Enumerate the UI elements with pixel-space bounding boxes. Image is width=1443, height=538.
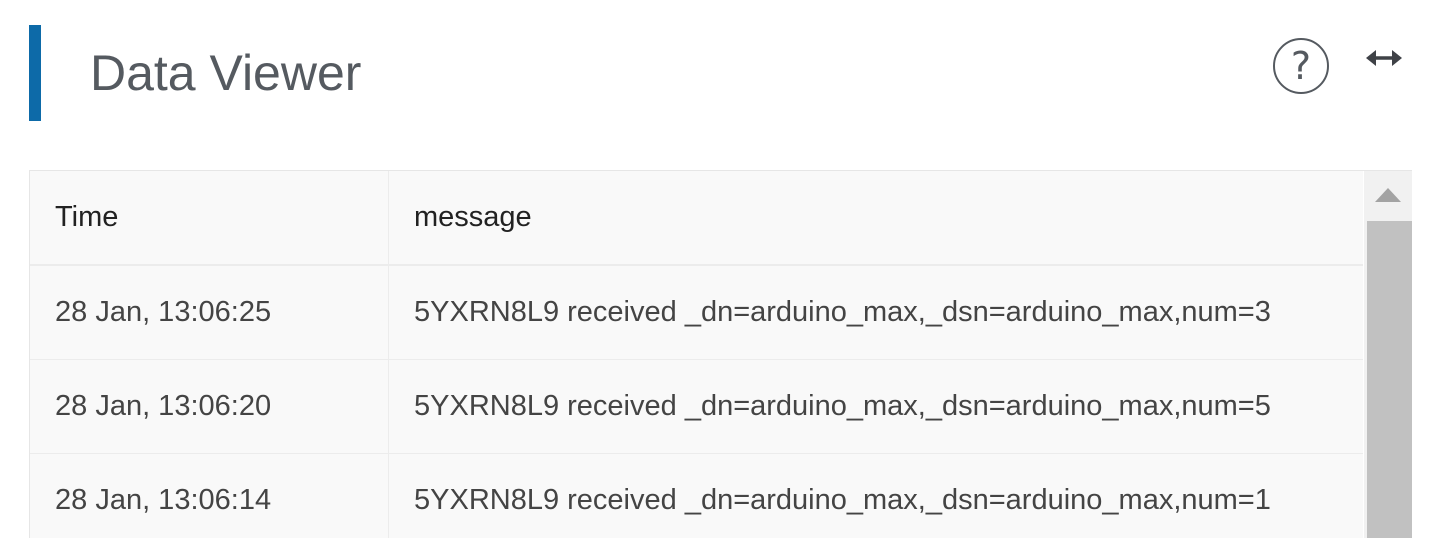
table-header-row: Time message (30, 171, 1363, 266)
time-cell: 28 Jan, 13:06:20 (30, 360, 389, 453)
data-table-body: Time message 28 Jan, 13:06:25 5YXRN8L9 r… (30, 171, 1363, 538)
time-cell: 28 Jan, 13:06:25 (30, 266, 389, 359)
triangle-up-icon (1375, 188, 1401, 202)
table-row[interactable]: 28 Jan, 13:06:14 5YXRN8L9 received _dn=a… (30, 454, 1363, 538)
page-title: Data Viewer (90, 45, 362, 101)
message-cell: 5YXRN8L9 received _dn=arduino_max,_dsn=a… (414, 390, 1271, 422)
message-cell: 5YXRN8L9 received _dn=arduino_max,_dsn=a… (414, 484, 1271, 516)
scrollbar-thumb[interactable] (1367, 221, 1412, 538)
data-viewer-panel: Data Viewer ? Time message 28 Jan, 13:06… (0, 0, 1443, 538)
message-cell: 5YXRN8L9 received _dn=arduino_max,_dsn=a… (414, 296, 1271, 328)
horizontal-resize-arrows-icon (1366, 50, 1402, 66)
table-row[interactable]: 28 Jan, 13:06:20 5YXRN8L9 received _dn=a… (30, 360, 1363, 454)
title-accent-bar (29, 25, 41, 121)
time-cell: 28 Jan, 13:06:14 (30, 454, 389, 538)
column-header-message[interactable]: message (389, 171, 1363, 264)
scroll-up-button[interactable] (1364, 171, 1412, 219)
help-button[interactable]: ? (1273, 38, 1329, 94)
question-circle-icon: ? (1290, 44, 1312, 88)
expand-button[interactable] (1366, 44, 1402, 72)
table-row[interactable]: 28 Jan, 13:06:25 5YXRN8L9 received _dn=a… (30, 266, 1363, 360)
vertical-scrollbar[interactable] (1364, 171, 1412, 538)
column-header-time[interactable]: Time (30, 171, 389, 264)
data-table: Time message 28 Jan, 13:06:25 5YXRN8L9 r… (29, 170, 1412, 538)
